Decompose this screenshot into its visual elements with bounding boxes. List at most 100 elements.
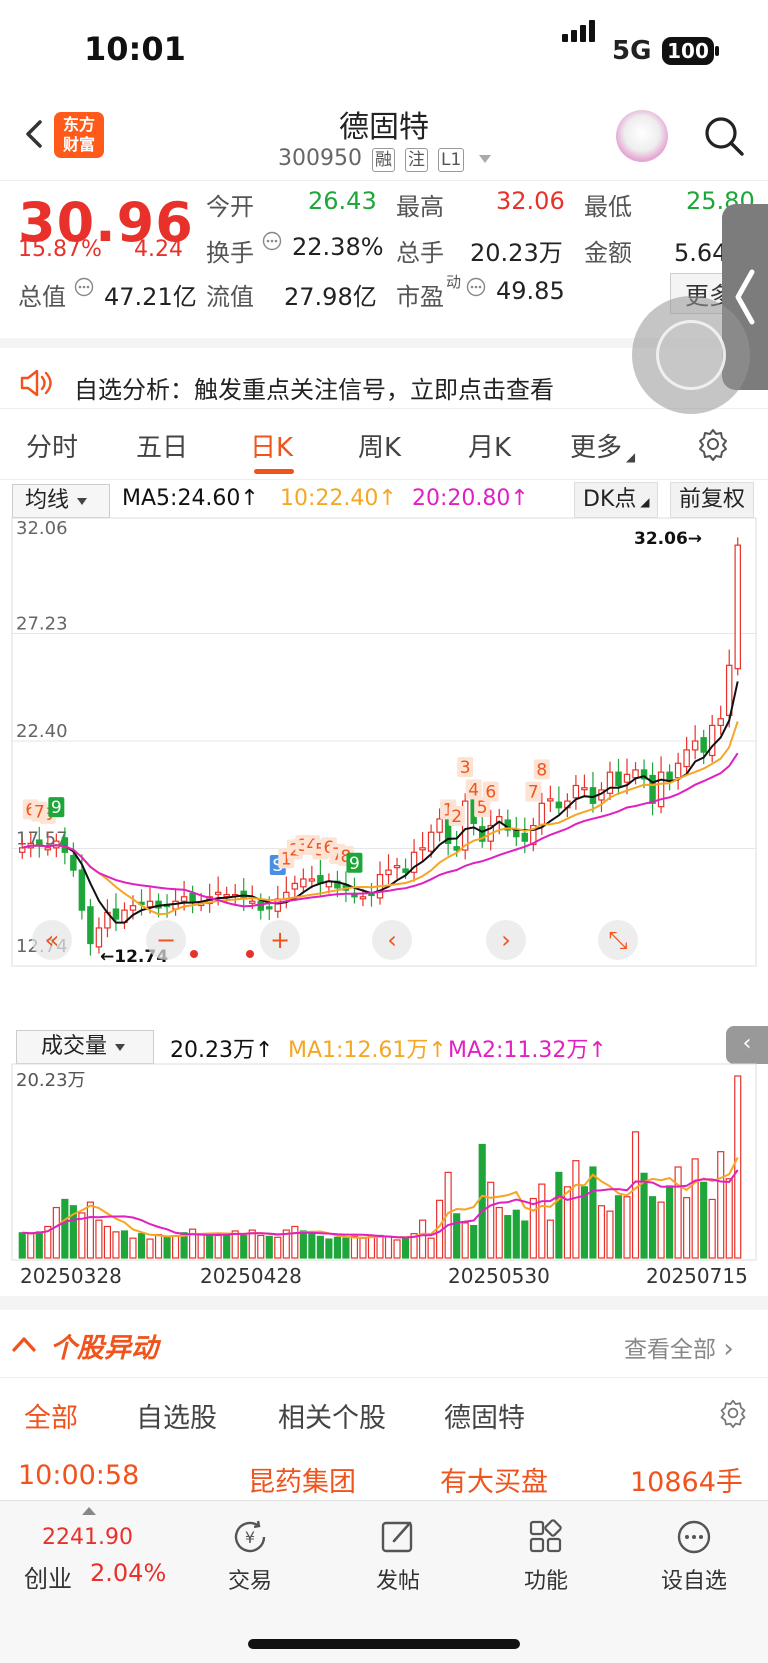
volume-bar: [86, 1201, 94, 1259]
subtab-all[interactable]: 全部: [24, 1396, 78, 1435]
candle-body: [538, 802, 546, 827]
volume-bar: [112, 1231, 120, 1259]
volume-bar: [401, 1237, 410, 1259]
nav-functions[interactable]: 功能: [486, 1517, 606, 1595]
signal-marker: 8: [536, 760, 547, 780]
candle-body: [572, 784, 580, 799]
tab-intraday[interactable]: 分时: [26, 427, 78, 464]
volume-bar: [376, 1234, 384, 1259]
stock-movement-section[interactable]: 个股异动 查看全部 ›: [0, 1310, 768, 1378]
gear-icon[interactable]: [696, 427, 730, 461]
info-dots-icon: [466, 277, 486, 297]
subtab-this-stock[interactable]: 德固特: [444, 1396, 525, 1435]
adjust-button[interactable]: 前复权: [670, 482, 755, 518]
kline-chart[interactable]: 32.0627.2322.4017.5712.7432.06→←12.74687…: [0, 516, 768, 1026]
candle-body: [402, 868, 409, 873]
nav-trade[interactable]: ¥ 交易: [190, 1517, 310, 1595]
volume-bar: [614, 1195, 623, 1259]
volume-bar: [419, 1219, 427, 1259]
ma-selector-label: 均线: [25, 488, 70, 513]
volume-bar: [606, 1210, 614, 1259]
chart-control-icon: ⤡: [608, 926, 627, 954]
candle-body: [674, 762, 682, 779]
tab-weekly-k[interactable]: 周K: [358, 427, 401, 464]
candle-body: [453, 846, 460, 851]
assistive-touch-button[interactable]: [632, 296, 750, 414]
candle-body: [385, 869, 392, 876]
subtab-related[interactable]: 相关个股: [278, 1396, 386, 1435]
assistive-touch-inner: [656, 320, 726, 390]
section-title: 个股异动: [50, 1333, 158, 1364]
quote-label-zongzhi: 总值: [18, 283, 66, 311]
subtab-watchlist[interactable]: 自选股: [136, 1396, 217, 1435]
volume-bar: [538, 1183, 546, 1259]
signal-marker: 7: [34, 803, 45, 823]
volume-bar: [512, 1209, 520, 1259]
nav-functions-label: 功能: [523, 1569, 568, 1594]
volume-bar: [316, 1235, 324, 1259]
tab-monthly-k[interactable]: 月K: [468, 427, 511, 464]
volume-bar: [657, 1201, 665, 1259]
quote-value-zongzhi: 47.21亿: [104, 283, 197, 311]
dk-point-button[interactable]: DK点 ◢: [574, 482, 659, 518]
signal-marker: 2: [451, 807, 462, 827]
candle-body: [112, 908, 120, 920]
volume-bar: [61, 1198, 69, 1259]
volume-bar: [95, 1219, 103, 1259]
signal-marker: 9: [349, 854, 360, 874]
volume-bar: [240, 1234, 248, 1259]
volume-chart[interactable]: 20.23万: [0, 1062, 768, 1262]
movement-row[interactable]: 10:00:58 昆药集团 有大买盘 10864手: [0, 1448, 768, 1500]
volume-bar: [725, 1178, 733, 1259]
ma-selector[interactable]: 均线: [12, 484, 110, 518]
chart-control-icon: ›: [501, 926, 511, 954]
volume-selector[interactable]: 成交量: [16, 1030, 154, 1064]
network-label: 5G: [612, 36, 652, 66]
tag-registration: 注: [404, 148, 428, 172]
volume-bar: [120, 1230, 129, 1259]
volume-bar: [214, 1234, 222, 1259]
quote-value-float: 27.98亿: [284, 283, 377, 311]
view-all-link[interactable]: 查看全部 ›: [624, 1330, 734, 1364]
candle-body: [615, 771, 622, 787]
signal-marker: 6: [485, 783, 496, 803]
candle-body: [223, 893, 230, 898]
volume-bar: [393, 1239, 401, 1259]
tab-more[interactable]: 更多 ◢: [570, 427, 635, 464]
volume-bar: [555, 1171, 563, 1259]
assistant-robot-icon[interactable]: [616, 110, 668, 162]
volume-bar: [674, 1166, 682, 1259]
volume-bar: [342, 1237, 350, 1259]
marker-dot: [246, 950, 254, 958]
period-tabs: 分时 五日 日K 周K 月K 更多 ◢: [0, 408, 768, 480]
gear-icon[interactable]: [718, 1398, 748, 1428]
nav-post[interactable]: 发帖: [338, 1517, 458, 1595]
status-time: 10:01: [84, 30, 186, 68]
volume-bar: [521, 1220, 529, 1259]
stock-code-line[interactable]: 300950 融 注 L1: [278, 146, 492, 172]
search-icon[interactable]: [702, 114, 746, 158]
candle-body: [214, 891, 222, 895]
stock-header: 东方 财富 德固特 300950 融 注 L1: [0, 100, 768, 180]
tab-five-day[interactable]: 五日: [136, 427, 188, 464]
volume-bar: [27, 1233, 35, 1259]
alert-text: 自选分析：触发重点关注信号，立即点击查看: [74, 376, 554, 404]
candle-body: [649, 774, 656, 804]
expand-up-icon[interactable]: [82, 1507, 96, 1515]
candle-body: [547, 798, 554, 802]
quote-label-turnover: 换手: [206, 239, 254, 267]
chart-control-icon: +: [270, 926, 290, 954]
tab-daily-k[interactable]: 日K: [250, 427, 293, 464]
collapse-tab[interactable]: ‹: [726, 1026, 768, 1064]
signal-marker: 7: [528, 783, 539, 803]
ma20-value: 20:20.80↑: [412, 486, 529, 511]
nav-post-label: 发帖: [375, 1569, 420, 1594]
candle-body: [555, 801, 563, 809]
volume-bar: [461, 1222, 469, 1259]
section-divider: [0, 1296, 768, 1310]
tab-more-label: 更多: [570, 433, 623, 463]
nav-add-watchlist[interactable]: 设自选: [634, 1517, 754, 1595]
row-qty: 10864手: [630, 1467, 743, 1498]
volume-bar: [470, 1224, 478, 1259]
candle-body: [129, 905, 137, 911]
